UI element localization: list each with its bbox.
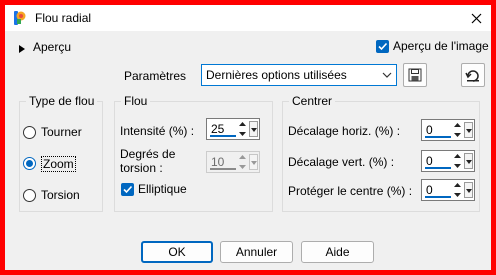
reset-icon [465,70,479,82]
radio-zoom-label[interactable]: Zoom [41,156,76,172]
expand-arrow-icon[interactable] [19,42,25,53]
app-icon [12,10,28,26]
close-icon [471,13,481,23]
params-label: Paramètres [124,69,187,83]
spin-dropdown[interactable] [249,121,258,137]
title-bar: Flou radial [5,5,491,31]
radial-blur-dialog: Flou radial Aperçu Aperçu de l'image Par… [5,5,491,270]
protect-center-spinner[interactable]: 0 [421,179,475,201]
check-icon [123,185,133,194]
reset-button[interactable] [461,63,485,87]
preset-value: Dernières options utilisées [206,68,347,82]
torsion-label-2: torsion : [120,161,163,175]
intensity-label: Intensité (%) : [120,124,195,138]
radio-torsion[interactable] [23,189,36,202]
image-preview-label[interactable]: Aperçu de l'image [393,39,489,53]
window-title: Flou radial [35,11,92,25]
check-icon [378,42,388,51]
radio-tourner[interactable] [23,126,36,139]
intensity-spinner[interactable]: 25 [206,118,260,140]
v-offset-value: 0 [426,154,433,168]
help-button[interactable]: Aide [301,241,374,263]
elliptical-checkbox[interactable] [121,183,134,196]
preview-toggle-label[interactable]: Aperçu [33,40,71,54]
torsion-value: 10 [211,155,225,169]
protect-center-value: 0 [426,183,433,197]
cancel-button[interactable]: Annuler [220,241,293,263]
h-offset-spinner[interactable]: 0 [421,119,475,141]
radio-torsion-label[interactable]: Torsion [41,188,80,202]
image-preview-checkbox[interactable] [376,40,389,53]
save-preset-button[interactable] [403,63,427,87]
radio-tourner-label[interactable]: Tourner [41,125,82,139]
torsion-spinner: 10 [206,151,260,173]
torsion-label-1: Degrés de [120,147,176,161]
ok-button[interactable]: OK [141,241,213,263]
v-offset-label: Décalage vert. (%) : [288,155,395,169]
center-title: Centrer [289,94,336,108]
spin-arrows[interactable] [237,120,248,138]
save-preset-icon [408,68,422,82]
radio-zoom[interactable] [23,157,36,170]
protect-center-label: Protéger le centre (%) : [288,184,413,198]
chevron-down-icon [382,72,392,78]
elliptical-label[interactable]: Elliptique [138,182,187,196]
h-offset-label: Décalage horiz. (%) : [288,124,401,138]
blur-title: Flou [121,94,151,108]
intensity-value: 25 [211,122,225,136]
h-offset-value: 0 [426,123,433,137]
preset-dropdown[interactable]: Dernières options utilisées [201,64,397,86]
v-offset-spinner[interactable]: 0 [421,150,475,172]
blur-type-title: Type de flou [26,94,98,108]
close-button[interactable] [467,9,485,27]
